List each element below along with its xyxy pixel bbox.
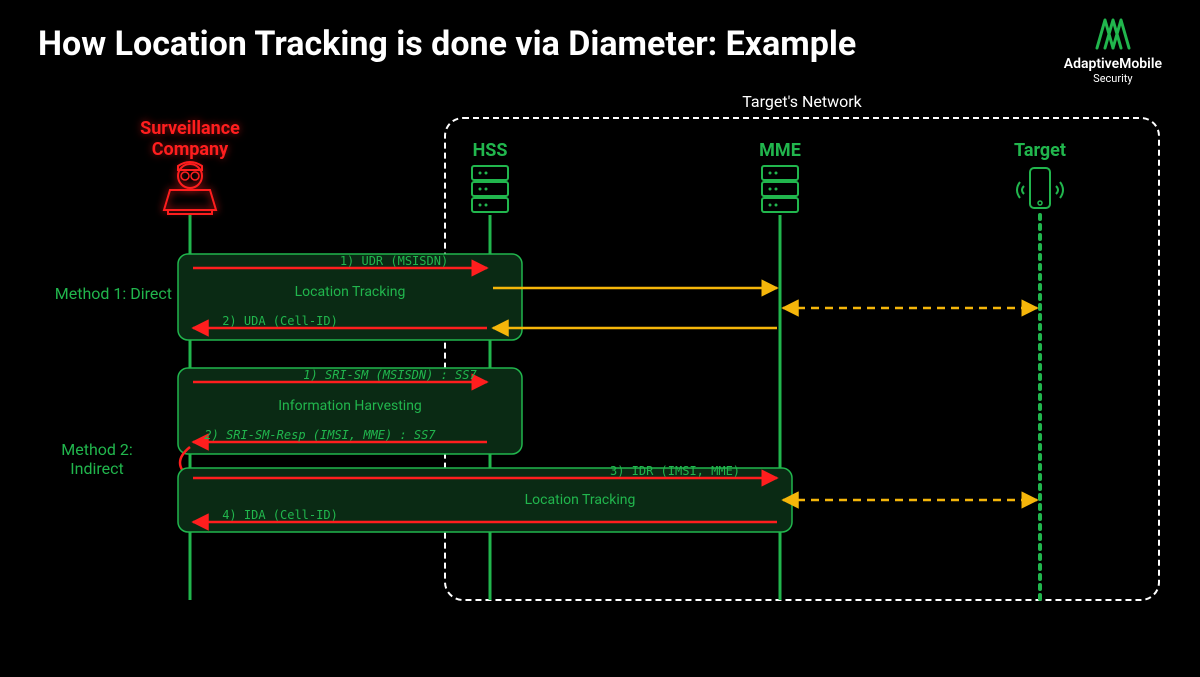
msg-ida: 4) IDA (Cell-ID) — [222, 508, 338, 522]
surveillance-label: Surveillance Company — [140, 118, 240, 160]
method2-label: Method 2: Indirect — [22, 440, 172, 478]
hss-label: HSS — [473, 140, 508, 161]
msg-sri: 1) SRI-SM (MSISDN) : SS7 — [303, 368, 476, 382]
surveillance-label-line1: Surveillance — [140, 118, 240, 139]
server-icon-mme — [762, 166, 798, 212]
server-icon-hss — [472, 166, 508, 212]
msg-sri-resp: 2) SRI-SM-Resp (IMSI, MME) : SS7 — [204, 428, 435, 442]
hacker-icon — [164, 162, 216, 214]
target-label: Target — [1014, 140, 1066, 161]
sequence-diagram — [0, 0, 1200, 677]
box-m2-tracking: Location Tracking — [525, 492, 636, 508]
mme-label: MME — [759, 140, 801, 161]
box-m1-tracking: Location Tracking — [295, 284, 406, 300]
msg-udr: 1) UDR (MSISDN) — [340, 254, 448, 268]
network-label: Target's Network — [742, 92, 862, 111]
box-m2-harvest: Information Harvesting — [278, 398, 422, 414]
surveillance-label-line2: Company — [152, 139, 228, 160]
method2-label-line2: Indirect — [70, 459, 123, 478]
msg-uda: 2) UDA (Cell-ID) — [222, 314, 338, 328]
phone-icon — [1017, 168, 1063, 208]
method1-label: Method 1: Direct — [22, 284, 172, 303]
method2-label-line1: Method 2: — [61, 440, 132, 459]
msg-idr: 3) IDR (IMSI, MME) — [610, 464, 740, 478]
